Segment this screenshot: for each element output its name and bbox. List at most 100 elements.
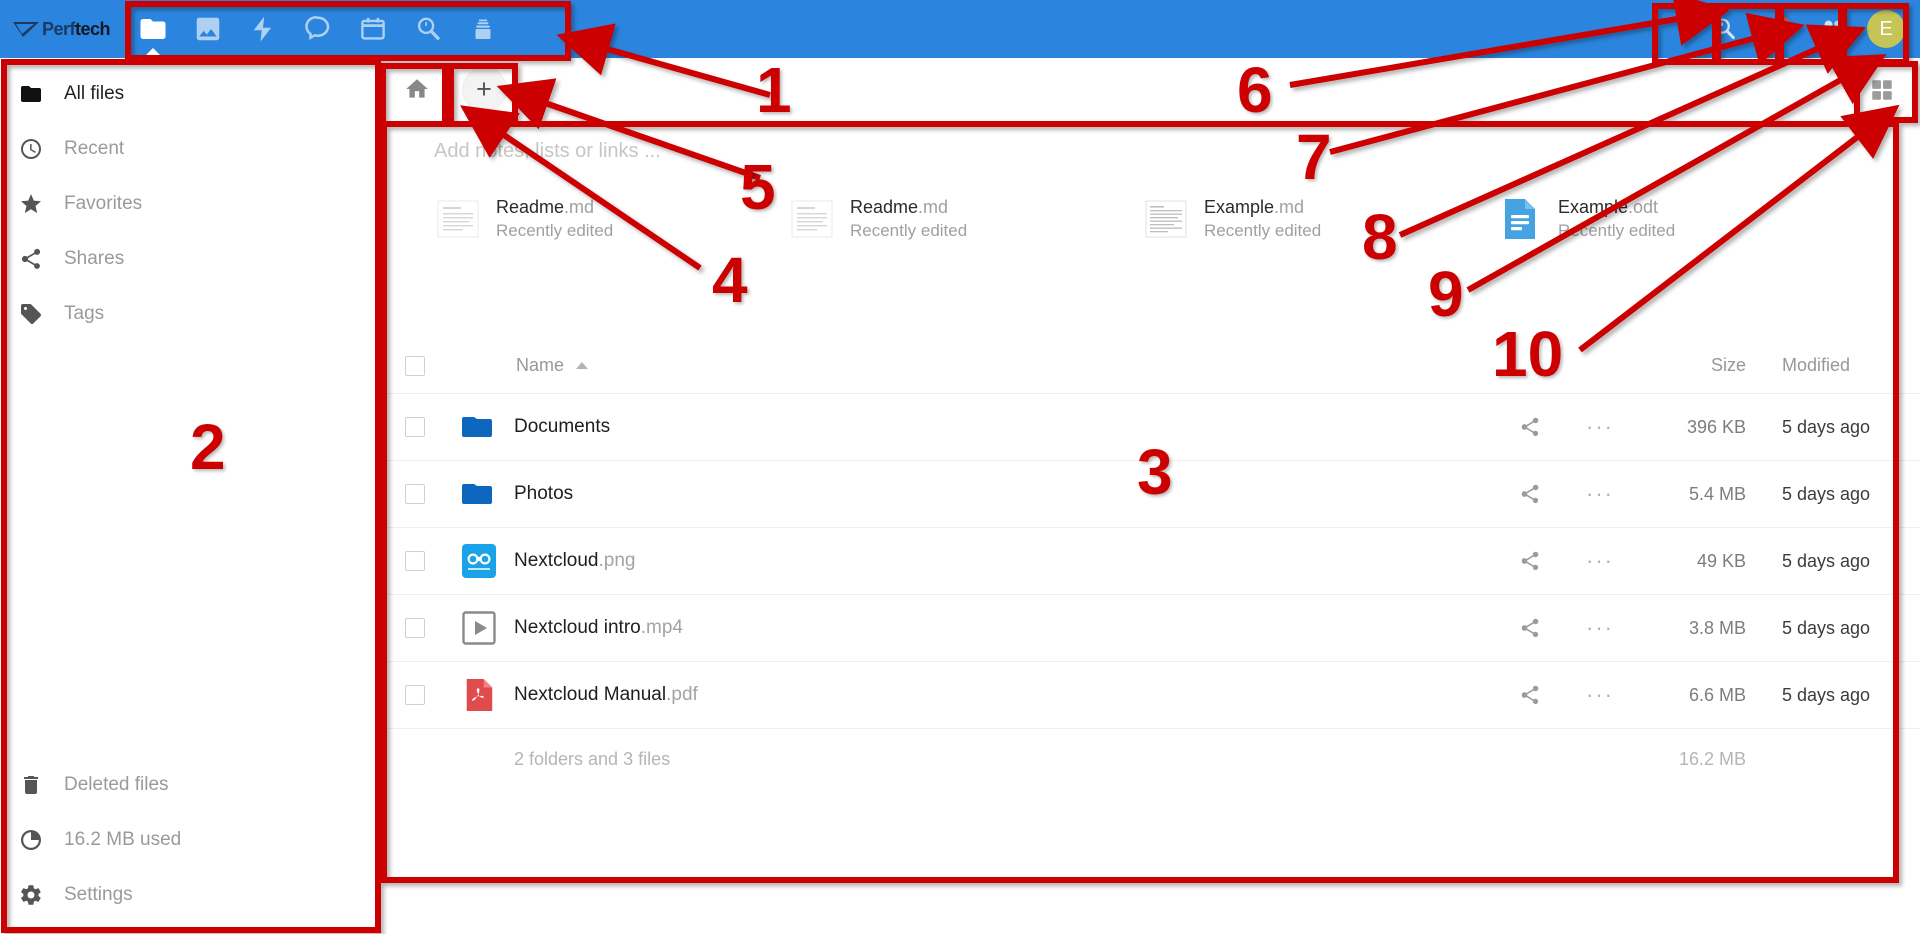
folder-icon (462, 417, 492, 437)
sidebar-top-group: All files Recent Favorites Shares Tags (0, 58, 378, 341)
notification-badge-dot (1778, 17, 1789, 28)
nav-item-talk[interactable] (290, 0, 345, 58)
sidebar-item-settings[interactable]: Settings (0, 867, 378, 922)
column-header-size[interactable]: Size (1635, 355, 1750, 376)
app-logo[interactable]: Perftech (0, 0, 111, 58)
recent-file-card[interactable]: Example.md Recently edited (1142, 197, 1496, 241)
file-name-cell[interactable]: Nextcloud.png (514, 550, 1495, 572)
nav-item-archive[interactable] (455, 0, 510, 58)
brand-name-part1: Perf (41, 19, 76, 39)
file-name-cell[interactable]: Nextcloud intro.mp4 (514, 617, 1495, 639)
contacts-button[interactable] (1806, 3, 1858, 55)
header-right-actions: E (1698, 0, 1912, 58)
new-file-button[interactable]: + (461, 66, 507, 112)
file-name: Nextcloud (514, 550, 599, 571)
table-row[interactable]: Photos ··· 5.4 MB 5 days ago (378, 461, 1920, 528)
user-menu-button[interactable]: E (1860, 3, 1912, 55)
nav-item-deck[interactable] (400, 0, 455, 58)
file-icon-cell (452, 611, 514, 645)
nav-item-photos[interactable] (180, 0, 235, 58)
top-header-bar: Perftech E (0, 0, 1920, 58)
sidebar-item-all-files[interactable]: All files (0, 66, 378, 121)
sidebar-item-shares[interactable]: Shares (0, 231, 378, 286)
recent-file-subtitle: Recently edited (1204, 221, 1322, 240)
share-icon (1521, 618, 1539, 638)
nextcloud-png-icon (462, 544, 496, 578)
recent-file-card[interactable]: Example.odt Recently edited (1496, 197, 1850, 241)
row-share-button[interactable] (1495, 617, 1565, 639)
row-checkbox[interactable] (405, 417, 425, 437)
recent-file-card[interactable]: Readme.md Recently edited (434, 197, 788, 241)
file-name: Photos (514, 483, 574, 504)
sidebar-item-recent[interactable]: Recent (0, 121, 378, 176)
file-name-cell[interactable]: Documents (514, 416, 1495, 438)
sidebar-item-deleted-files[interactable]: Deleted files (0, 757, 378, 812)
avatar-initial: E (1879, 17, 1893, 40)
file-name-cell[interactable]: Nextcloud Manual.pdf (514, 684, 1495, 706)
row-checkbox[interactable] (405, 618, 425, 638)
logo-triangle-icon (12, 21, 39, 37)
unified-search-button[interactable] (1698, 3, 1750, 55)
recent-file-ext: .md (918, 197, 949, 217)
add-notes-placeholder[interactable]: Add notes, lists or links ... (378, 120, 1920, 163)
sidebar-item-favorites[interactable]: Favorites (0, 176, 378, 231)
row-checkbox[interactable] (405, 484, 425, 504)
table-row[interactable]: Nextcloud intro.mp4 ··· 3.8 MB 5 days ag… (378, 595, 1920, 662)
sidebar-bottom-group: Deleted files 16.2 MB used Settings (0, 757, 378, 934)
file-name: Documents (514, 416, 611, 437)
brand-name-part2: tech (75, 19, 111, 39)
new-file-label: + (476, 73, 492, 104)
sidebar: All files Recent Favorites Shares Tags D… (0, 58, 378, 934)
folder-icon (462, 484, 492, 504)
breadcrumb-home-button[interactable] (392, 64, 442, 114)
nav-item-files[interactable] (125, 0, 180, 58)
pdf-icon (466, 678, 493, 712)
table-row[interactable]: Nextcloud.png ··· 49 KB 5 days ago (378, 528, 1920, 595)
share-icon (1521, 685, 1539, 705)
grid-view-toggle[interactable] (1862, 70, 1902, 110)
row-share-button[interactable] (1495, 416, 1565, 438)
row-more-actions-button[interactable]: ··· (1565, 615, 1635, 641)
recent-file-ext: .md (564, 197, 595, 217)
row-share-button[interactable] (1495, 483, 1565, 505)
column-header-modified[interactable]: Modified (1750, 355, 1920, 376)
nav-item-calendar[interactable] (345, 0, 400, 58)
row-checkbox[interactable] (405, 685, 425, 705)
column-header-name[interactable]: Name (514, 355, 1495, 376)
sidebar-item-label: 16.2 MB used (64, 828, 182, 850)
file-size: 3.8 MB (1688, 617, 1746, 638)
file-icon-cell (452, 678, 514, 712)
tag-icon (18, 302, 44, 326)
row-more-actions-button[interactable]: ··· (1565, 682, 1635, 708)
file-name-cell[interactable]: Photos (514, 483, 1495, 505)
nav-item-activity[interactable] (235, 0, 290, 58)
row-more-actions-button[interactable]: ··· (1565, 481, 1635, 507)
sidebar-item-storage-used[interactable]: 16.2 MB used (0, 812, 378, 867)
folder-icon (18, 82, 44, 106)
sidebar-item-label: Shares (64, 247, 125, 269)
notifications-button[interactable] (1752, 3, 1804, 55)
file-modified: 5 days ago (1782, 416, 1871, 437)
text-doc-icon (788, 199, 836, 239)
sidebar-item-tags[interactable]: Tags (0, 286, 378, 341)
lightning-bolt-icon (253, 16, 271, 42)
file-size: 6.6 MB (1688, 684, 1746, 705)
rich-workspace: Add notes, lists or links ... Readme.md … (378, 120, 1920, 241)
recent-file-ext: .md (1274, 197, 1305, 217)
sidebar-item-label: Favorites (64, 192, 143, 214)
recent-file-subtitle: Recently edited (496, 221, 614, 240)
recent-file-subtitle: Recently edited (1558, 221, 1676, 240)
select-all-checkbox[interactable] (405, 355, 425, 376)
row-share-button[interactable] (1495, 550, 1565, 572)
row-more-actions-button[interactable]: ··· (1565, 414, 1635, 440)
row-more-actions-button[interactable]: ··· (1565, 548, 1635, 574)
table-row[interactable]: Documents ··· 396 KB 5 days ago (378, 394, 1920, 461)
text-doc-icon (1142, 199, 1190, 239)
table-row[interactable]: Nextcloud Manual.pdf ··· 6.6 MB 5 days a… (378, 662, 1920, 729)
recent-file-ext: .odt (1628, 197, 1659, 217)
file-icon-cell (452, 415, 514, 439)
recent-file-card[interactable]: Readme.md Recently edited (788, 197, 1142, 241)
row-checkbox[interactable] (405, 551, 425, 571)
row-share-button[interactable] (1495, 684, 1565, 706)
file-size: 49 KB (1696, 550, 1746, 571)
